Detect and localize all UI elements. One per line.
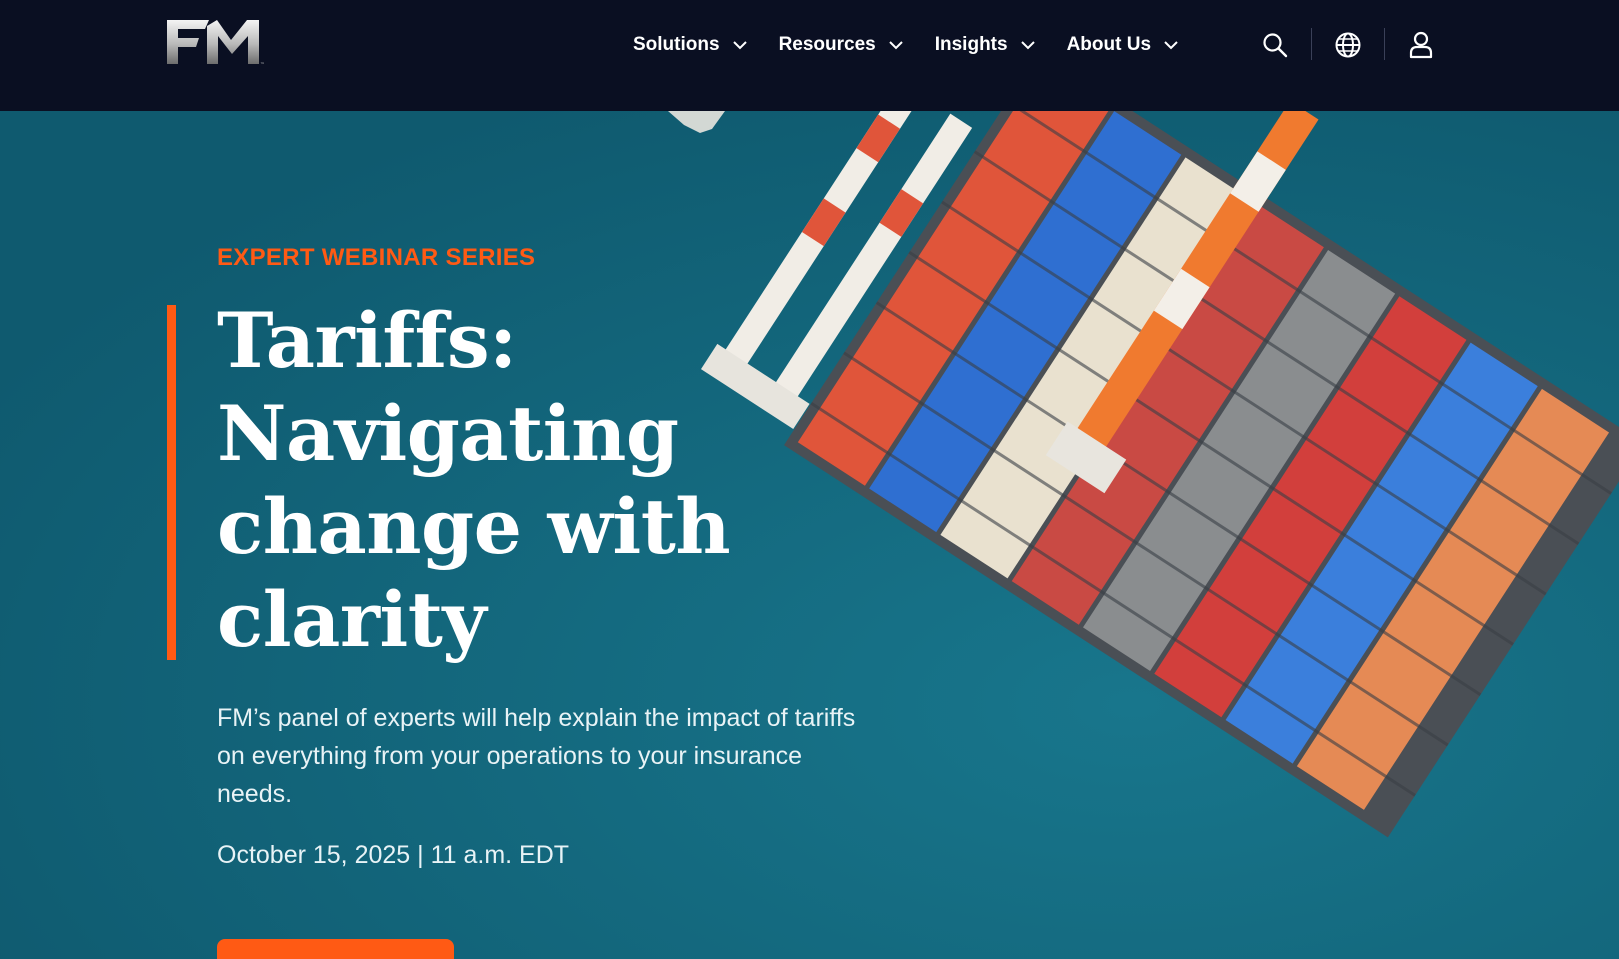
fm-logo[interactable]: ™ <box>165 18 269 68</box>
nav-solutions-label: Solutions <box>633 34 720 55</box>
register-button[interactable] <box>217 939 454 959</box>
nav-solutions[interactable]: Solutions <box>633 34 747 56</box>
chevron-down-icon <box>889 40 903 49</box>
svg-text:™: ™ <box>260 62 265 68</box>
main-nav: Solutions Resources Insights About Us <box>633 0 1210 90</box>
nav-resources[interactable]: Resources <box>779 34 903 56</box>
nav-about-us-label: About Us <box>1066 34 1152 55</box>
title-accent-bar <box>167 305 176 660</box>
chevron-down-icon <box>1020 40 1035 49</box>
chevron-down-icon <box>1164 40 1178 49</box>
search-button[interactable] <box>1255 25 1295 65</box>
divider <box>1311 28 1312 60</box>
site-header: ™ Solutions Resources Insights About Us <box>0 0 1619 111</box>
hero-description: FM’s panel of experts will help explain … <box>217 704 856 808</box>
nav-insights[interactable]: Insights <box>935 34 1035 56</box>
user-icon <box>1409 31 1433 59</box>
globe-icon <box>1335 32 1361 58</box>
language-button[interactable] <box>1328 25 1368 65</box>
search-icon <box>1263 33 1288 58</box>
hero-banner: EXPERT WEBINAR SERIES Tariffs: Navigatin… <box>0 111 1619 959</box>
account-button[interactable] <box>1401 25 1441 65</box>
nav-about-us[interactable]: About Us <box>1067 34 1178 56</box>
nav-resources-label: Resources <box>778 34 876 55</box>
webinar-date: October 15, 2025 | 11 a.m. EDT <box>217 841 570 869</box>
nav-insights-label: Insights <box>934 34 1008 55</box>
series-kicker: EXPERT WEBINAR SERIES <box>217 244 536 271</box>
divider <box>1384 28 1385 60</box>
page-title: Tariffs: Navigating change with clarity <box>217 296 731 664</box>
chevron-down-icon <box>732 40 747 49</box>
